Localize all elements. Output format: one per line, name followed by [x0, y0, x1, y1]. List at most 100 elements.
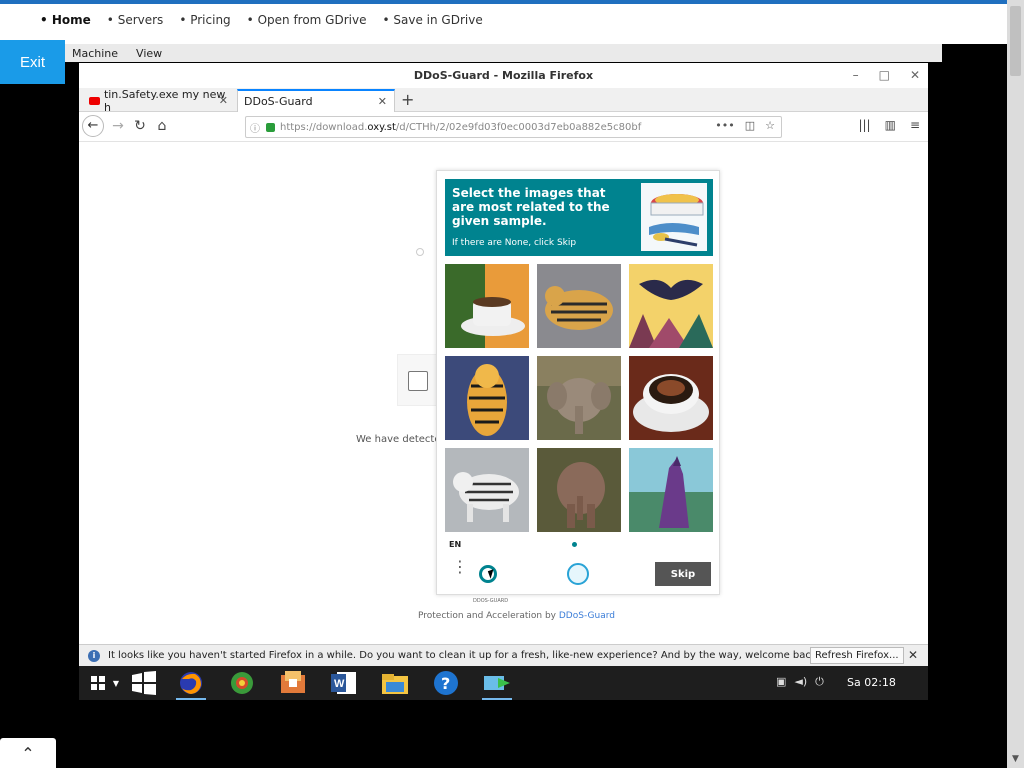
youtube-icon — [89, 96, 100, 105]
sidebar-icon[interactable]: ▥ — [885, 118, 896, 132]
scrollbar-thumb[interactable] — [1010, 6, 1021, 76]
clock[interactable]: Sa 02:18 — [847, 676, 896, 689]
bird-icon[interactable] — [567, 563, 589, 585]
bg-checkbox-panel — [397, 354, 439, 406]
word-icon[interactable]: W — [329, 669, 359, 697]
window-title: DDoS-Guard - Mozilla Firefox — [413, 69, 594, 82]
close-icon[interactable]: ✕ — [908, 648, 918, 662]
captcha-image-coffee-cup[interactable] — [445, 264, 529, 348]
bookmark-star-icon[interactable]: ☆ — [765, 119, 775, 132]
footer-prefix: Protection and Acceleration by — [418, 611, 559, 621]
windows-taskbar: ▼ W ? ▣ ◄) ⏻ Sa 02:18 — [79, 666, 928, 700]
tab-close-icon[interactable]: ✕ — [378, 95, 387, 108]
page-scrollbar[interactable]: ▼ — [1007, 0, 1024, 768]
file-explorer-icon[interactable] — [380, 669, 410, 697]
captcha-image-elephant[interactable] — [537, 356, 621, 440]
host-topbar: • Home • Servers • Pricing • Open from G… — [0, 0, 1007, 44]
back-icon[interactable]: ← — [82, 115, 104, 137]
system-tray: ▣ ◄) ⏻ — [776, 675, 824, 689]
menu-icon[interactable]: ≡ — [910, 118, 920, 132]
vm-menu-machine[interactable]: Machine — [72, 47, 118, 60]
installer-icon[interactable] — [278, 669, 308, 697]
minimize-icon[interactable]: – — [853, 63, 859, 88]
firefox-icon[interactable] — [176, 669, 206, 700]
captcha-image-wolf[interactable] — [629, 448, 713, 532]
nav-pricing-label: Pricing — [190, 13, 231, 27]
exit-button[interactable]: Exit — [0, 40, 65, 84]
page-actions-icon[interactable]: ••• — [715, 119, 734, 132]
sample-image — [641, 183, 707, 251]
nav-servers-label: Servers — [117, 13, 164, 27]
nav-save-gdrive-label: Save in GDrive — [393, 13, 483, 27]
captcha-image-white-tiger[interactable] — [445, 448, 529, 532]
chevron-up-icon[interactable]: ⌃ — [0, 738, 56, 768]
protection-footer: Protection and Acceleration by DDoS-Guar… — [418, 611, 615, 621]
chrome-icon[interactable] — [227, 669, 257, 697]
notification-text: It looks like you haven't started Firefo… — [108, 650, 821, 661]
chevron-down-icon[interactable]: ▼ — [101, 669, 131, 697]
captcha-image-coffee-cup[interactable] — [629, 356, 713, 440]
captcha-subtitle: If there are None, click Skip — [452, 238, 577, 248]
app-arrow-icon[interactable] — [482, 669, 512, 700]
volume-icon[interactable]: ◄) — [794, 675, 807, 689]
windows-logo-icon[interactable] — [129, 669, 159, 697]
more-options-icon[interactable]: ⋮ — [452, 559, 468, 575]
new-tab-icon[interactable]: + — [401, 90, 414, 109]
language-selector[interactable]: EN — [449, 540, 461, 549]
tab-label: DDoS-Guard — [244, 95, 313, 108]
refresh-notification-bar: i It looks like you haven't started Fire… — [79, 644, 928, 666]
svg-text:?: ? — [441, 674, 450, 693]
home-icon[interactable]: ⌂ — [152, 118, 172, 134]
lock-icon — [266, 122, 275, 132]
nav-home-label: Home — [51, 13, 91, 27]
svg-text:W: W — [334, 678, 345, 690]
window-titlebar: DDoS-Guard - Mozilla Firefox – □ ✕ — [79, 63, 928, 88]
close-icon[interactable]: ✕ — [910, 63, 920, 88]
pocket-icon[interactable]: ◫ — [745, 119, 755, 132]
progress-dot — [572, 542, 577, 547]
url-path: /d/CTHh/2/02e9fd03f0ec0003d7eb0a882e5c80… — [395, 121, 642, 133]
network-icon[interactable]: ▣ — [776, 675, 786, 689]
detected-text: We have detecte — [356, 434, 441, 445]
captcha-image-elephant[interactable] — [537, 448, 621, 532]
tab-label: tin.Safety.exe my new h — [103, 87, 226, 114]
logo-label: DDOS-GUARD — [473, 598, 509, 604]
nav-home[interactable]: • Home — [40, 13, 91, 27]
url-bar[interactable]: ⓘ https://download. oxy.st/d/CTHh/2/02e9f… — [245, 116, 782, 138]
nav-open-gdrive[interactable]: • Open from GDrive — [247, 13, 367, 27]
url-prefix: https://download. — [280, 121, 368, 133]
navigation-toolbar: ← → ↻ ⌂ ⓘ https://download. oxy.st/d/CTHh… — [79, 112, 928, 142]
info-icon: i — [88, 649, 100, 662]
library-icon[interactable]: ||| — [858, 118, 870, 132]
host-nav: • Home • Servers • Pricing • Open from G… — [40, 13, 483, 27]
vm-menubar: Machine View — [65, 44, 942, 62]
tab-ddos-guard[interactable]: DDoS-Guard ✕ — [237, 89, 395, 112]
scroll-down-icon[interactable]: ▼ — [1009, 753, 1022, 766]
ddos-guard-link[interactable]: DDoS-Guard — [559, 611, 615, 621]
power-icon[interactable]: ⏻ — [815, 675, 824, 689]
vm-menu-view[interactable]: View — [136, 47, 162, 60]
nav-save-gdrive[interactable]: • Save in GDrive — [382, 13, 482, 27]
captcha-image-tiger[interactable] — [445, 356, 529, 440]
tab-close-icon[interactable]: ✕ — [219, 94, 228, 107]
captcha-header: Select the images that are most related … — [445, 179, 713, 256]
tab-strip: tin.Safety.exe my new h ✕ DDoS-Guard ✕ + — [79, 87, 928, 114]
help-icon[interactable]: ? — [431, 669, 461, 697]
skip-button[interactable]: Skip — [655, 562, 711, 586]
loading-indicator — [416, 248, 424, 256]
captcha-image-tiger[interactable] — [537, 264, 621, 348]
url-host: oxy.st — [367, 121, 396, 133]
captcha-image-bat[interactable] — [629, 264, 713, 348]
nav-servers[interactable]: • Servers — [107, 13, 164, 27]
nav-pricing[interactable]: • Pricing — [179, 13, 230, 27]
info-icon[interactable]: ⓘ — [250, 120, 260, 135]
refresh-firefox-button[interactable]: Refresh Firefox... — [810, 647, 904, 664]
tab-youtube[interactable]: tin.Safety.exe my new h ✕ — [83, 87, 235, 114]
nav-open-gdrive-label: Open from GDrive — [257, 13, 367, 27]
forward-icon[interactable]: → — [108, 118, 128, 134]
human-checkbox[interactable] — [408, 371, 428, 391]
captcha-dialog: Select the images that are most related … — [436, 170, 720, 604]
maximize-icon[interactable]: □ — [879, 63, 890, 88]
reload-icon[interactable]: ↻ — [130, 118, 150, 134]
captcha-title: Select the images that are most related … — [452, 186, 610, 228]
